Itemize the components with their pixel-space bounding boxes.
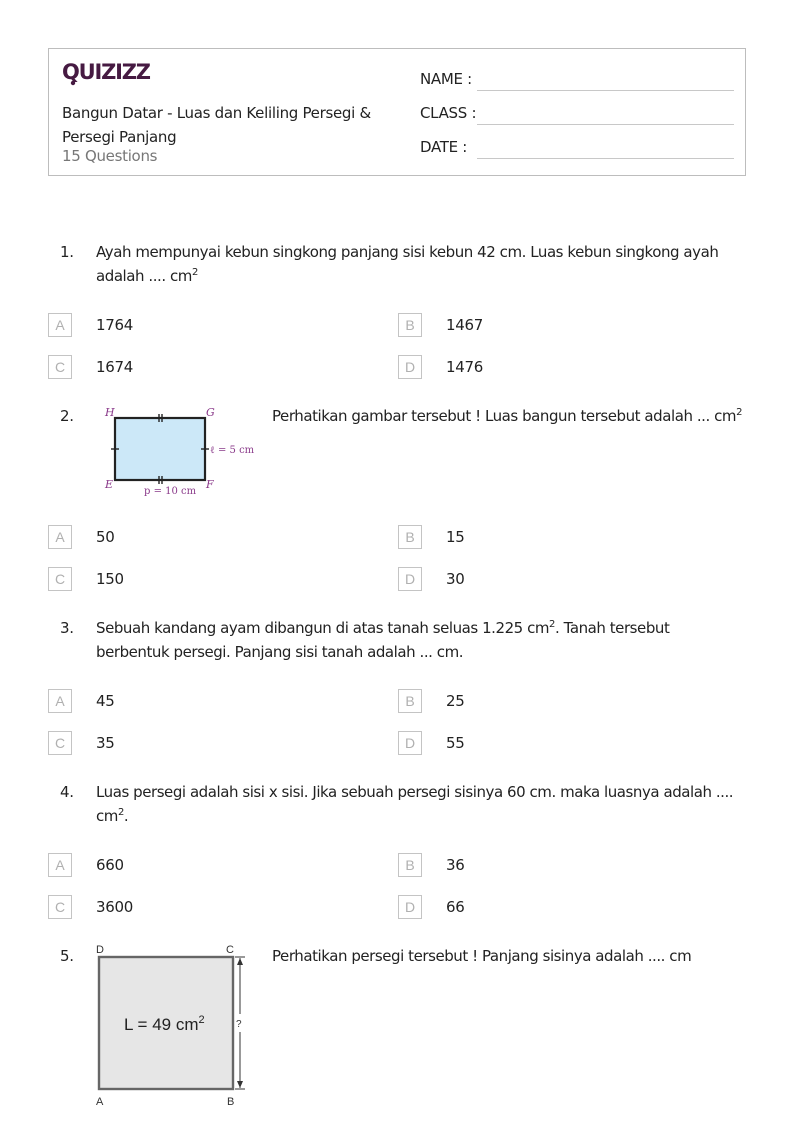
option-value: 55 <box>446 734 465 752</box>
option-value: 15 <box>446 528 465 546</box>
class-line[interactable] <box>477 124 734 125</box>
option-letter: A <box>48 689 72 713</box>
question-number: 1. <box>60 243 74 261</box>
option-value: 1674 <box>96 358 133 376</box>
class-field[interactable]: CLASS : <box>420 101 734 125</box>
date-label: DATE : <box>420 138 468 156</box>
vertex-e: E <box>104 478 113 491</box>
height-label: ℓ = 5 cm <box>210 445 255 456</box>
option-value: 25 <box>446 692 465 710</box>
question-text: Luas persegi adalah sisi x sisi. Jika se… <box>96 783 734 825</box>
option-value: 66 <box>446 898 465 916</box>
area-label: L = 49 cm2 <box>124 1014 205 1034</box>
option-letter: C <box>48 355 72 379</box>
option-letter: D <box>398 895 422 919</box>
option-letter: A <box>48 853 72 877</box>
option-letter: B <box>398 313 422 337</box>
option-letter: B <box>398 525 422 549</box>
option-letter: C <box>48 567 72 591</box>
option-value: 1467 <box>446 316 483 334</box>
option-value: 1764 <box>96 316 133 334</box>
option-value: 50 <box>96 528 115 546</box>
class-label: CLASS : <box>420 104 477 122</box>
width-label: p = 10 cm <box>144 486 197 497</box>
logo-text: QUIZIZZ <box>62 60 151 84</box>
option-letter: A <box>48 525 72 549</box>
question-number: 3. <box>60 619 74 637</box>
question-text: Ayah mempunyai kebun singkong panjang si… <box>96 243 719 285</box>
worksheet-title: Bangun Datar - Luas dan Keliling Persegi… <box>62 104 371 146</box>
vertex-h: H <box>104 406 115 419</box>
square-figure: ? D C A B L = 49 cm2 <box>90 940 260 1112</box>
option-letter: D <box>398 567 422 591</box>
date-field[interactable]: DATE : <box>420 135 734 159</box>
vertex-b: B <box>227 1096 234 1108</box>
vertex-a: A <box>96 1096 104 1108</box>
option-value: 35 <box>96 734 115 752</box>
option-value: 150 <box>96 570 124 588</box>
question-number: 4. <box>60 783 74 801</box>
rectangle-figure: H G E F ℓ = 5 cm p = 10 cm <box>100 402 260 502</box>
option-letter: C <box>48 895 72 919</box>
option-letter: A <box>48 313 72 337</box>
question-text: Perhatikan gambar tersebut ! Luas bangun… <box>272 407 742 425</box>
date-line[interactable] <box>477 158 734 159</box>
name-label: NAME : <box>420 70 472 88</box>
option-letter: D <box>398 731 422 755</box>
option-value: 45 <box>96 692 115 710</box>
question-count: 15 Questions <box>62 147 158 165</box>
option-value: 1476 <box>446 358 483 376</box>
option-value: 36 <box>446 856 465 874</box>
option-letter: B <box>398 689 422 713</box>
option-value: 3600 <box>96 898 133 916</box>
name-field[interactable]: NAME : <box>420 67 734 91</box>
vertex-c: C <box>226 944 234 956</box>
option-letter: C <box>48 731 72 755</box>
question-number: 5. <box>60 947 74 965</box>
option-letter: D <box>398 355 422 379</box>
option-letter: B <box>398 853 422 877</box>
side-label: ? <box>236 1019 242 1030</box>
question-number: 2. <box>60 407 74 425</box>
option-value: 30 <box>446 570 465 588</box>
option-value: 660 <box>96 856 124 874</box>
worksheet-header: QUIZIZZ Bangun Datar - Luas dan Keliling… <box>48 48 746 176</box>
question-text: Sebuah kandang ayam dibangun di atas tan… <box>96 619 670 661</box>
quizizz-logo: QUIZIZZ <box>62 59 152 87</box>
vertex-g: G <box>206 406 215 419</box>
question-text: Perhatikan persegi tersebut ! Panjang si… <box>272 947 692 965</box>
vertex-f: F <box>205 478 214 491</box>
vertex-d: D <box>96 944 104 956</box>
name-line[interactable] <box>477 90 734 91</box>
